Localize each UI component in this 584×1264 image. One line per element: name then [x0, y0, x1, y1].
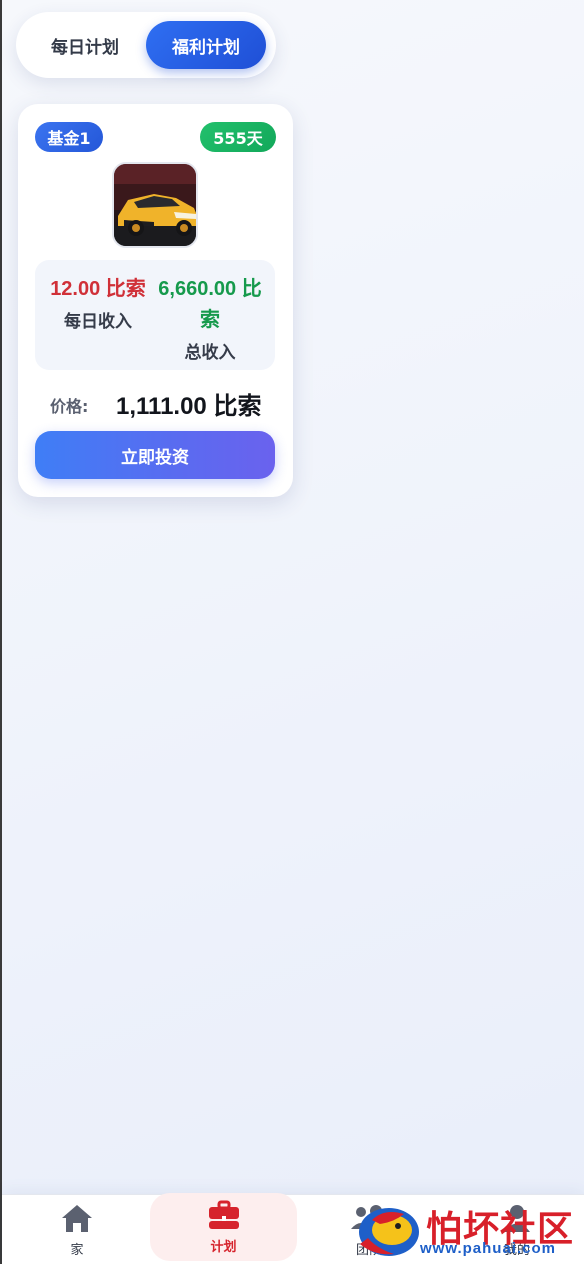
daily-income-label: 每日收入 — [64, 312, 132, 332]
price-label: 价格: — [50, 397, 89, 416]
daily-income-value: 12.00 比索 — [50, 278, 146, 300]
watermark-logo-icon — [359, 1208, 419, 1256]
tab-welfare-plan[interactable]: 福利计划 — [146, 21, 266, 69]
fund-badge: 基金1 — [35, 122, 103, 152]
price-row: 价格: 1,111.00 比索 — [18, 384, 293, 420]
briefcase-icon — [208, 1200, 239, 1229]
nav-label-home: 家 — [70, 1242, 84, 1258]
total-income-label: 总收入 — [184, 343, 236, 363]
total-income: 6,660.00 比索 总收入 — [155, 274, 265, 363]
home-icon — [62, 1204, 92, 1232]
plan-tabs: 每日计划 福利计划 — [16, 12, 276, 78]
watermark-url: www.pahuai.com — [420, 1240, 556, 1257]
invest-now-button[interactable]: 立即投资 — [35, 431, 275, 479]
income-stats: 12.00 比索 每日收入 6,660.00 比索 总收入 — [35, 260, 275, 370]
product-image — [112, 162, 198, 248]
nav-item-plan[interactable]: 计划 — [150, 1193, 297, 1261]
price-value: 1,111.00 比索 — [116, 393, 262, 420]
duration-badge: 555天 — [200, 122, 276, 152]
nav-label-plan: 计划 — [210, 1239, 237, 1255]
daily-income: 12.00 比索 每日收入 — [43, 274, 153, 332]
product-card: 基金1 555天 12.00 比索 每日收入 6,660.00 比索 总收入 价… — [18, 104, 293, 497]
car-image — [114, 164, 196, 246]
total-income-value: 6,660.00 比索 — [158, 278, 262, 331]
tab-daily-plan[interactable]: 每日计划 — [24, 21, 146, 69]
nav-item-home[interactable]: 家 — [32, 1195, 122, 1264]
watermark: 怕坏社区 www.pahuai.com — [350, 1198, 584, 1264]
